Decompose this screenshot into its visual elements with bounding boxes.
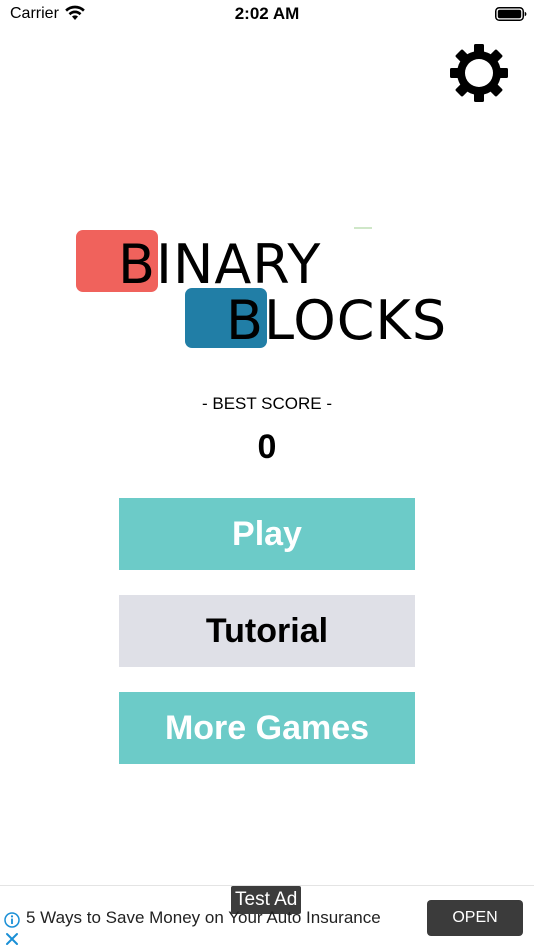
best-score-label: - BEST SCORE - [201, 394, 333, 413]
tutorial-button[interactable]: Tutorial [119, 595, 415, 667]
logo-word-binary: BINARY [118, 233, 322, 296]
logo-decoration [354, 227, 372, 229]
best-score-value: 0 [257, 428, 277, 466]
battery-full-icon [495, 7, 527, 21]
info-icon[interactable] [4, 912, 20, 928]
app-screen: Carrier 2:02 AM BINARY BLOCKS - BEST SCO… [0, 0, 534, 950]
ad-headline[interactable]: 5 Ways to Save Money on Your Auto Insura… [26, 908, 381, 928]
ad-banner[interactable]: Test Ad 5 Ways to Save Money on Your Aut… [0, 885, 534, 950]
settings-button[interactable] [448, 42, 510, 104]
logo-word-blocks: BLOCKS [226, 289, 448, 352]
clock: 2:02 AM [234, 4, 300, 23]
close-icon[interactable] [5, 932, 19, 946]
binary-blocks-logo: BINARY BLOCKS [76, 227, 462, 352]
ad-open-button[interactable]: OPEN [427, 900, 523, 936]
play-button[interactable]: Play [119, 498, 415, 570]
gear-icon [450, 44, 508, 102]
status-bar: Carrier 2:02 AM [0, 0, 534, 30]
more-games-button[interactable]: More Games [119, 692, 415, 764]
